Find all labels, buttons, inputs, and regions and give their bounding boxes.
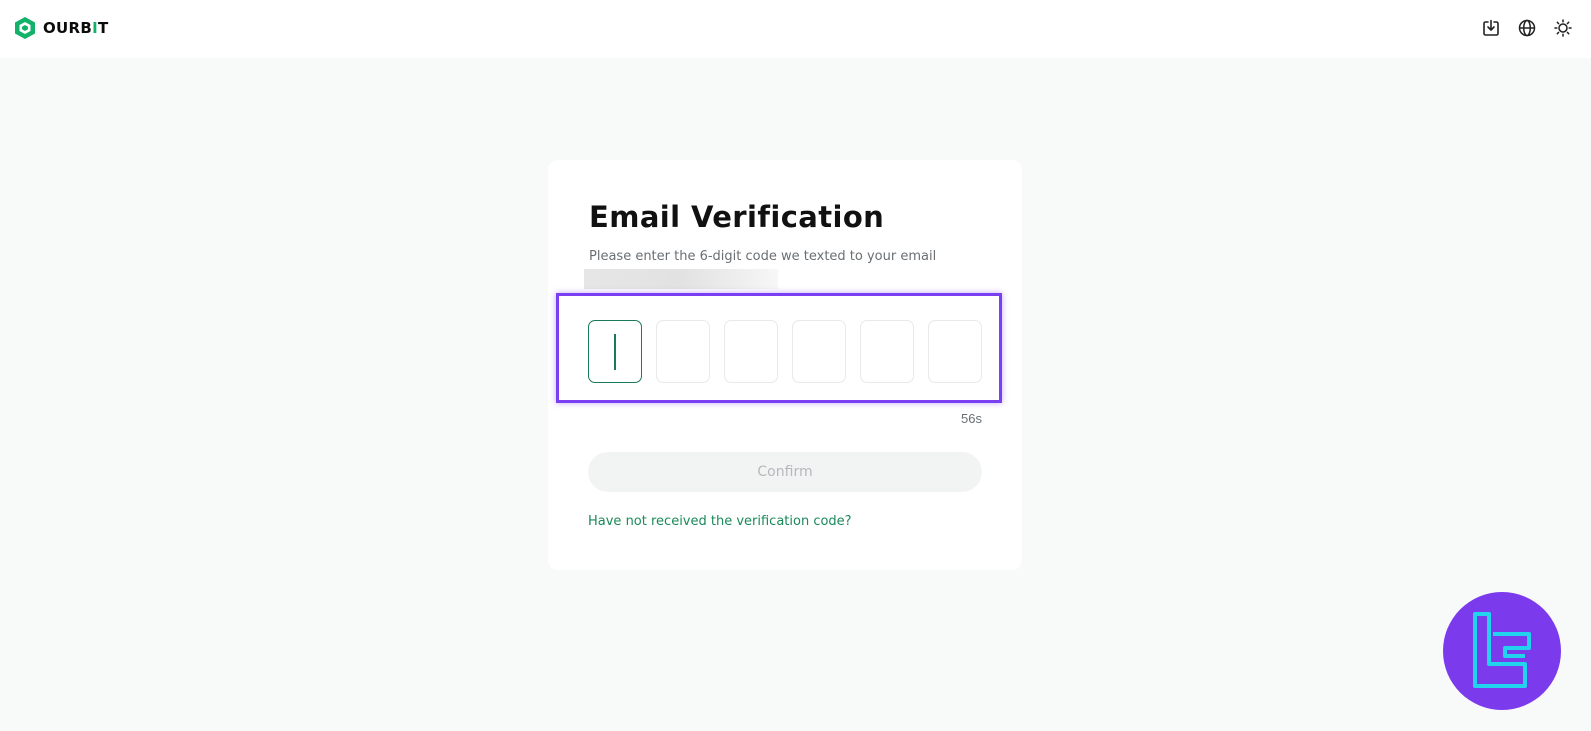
- top-bar: OURBIT: [0, 0, 1591, 58]
- code-digit-4[interactable]: [792, 320, 846, 383]
- confirm-button[interactable]: Confirm: [588, 452, 982, 492]
- sun-icon[interactable]: [1553, 18, 1573, 38]
- brand-name: OURBIT: [43, 19, 109, 37]
- code-digit-2[interactable]: [656, 320, 710, 383]
- code-digit-5[interactable]: [860, 320, 914, 383]
- code-input-group: [588, 320, 982, 383]
- code-digit-6[interactable]: [928, 320, 982, 383]
- code-digit-1[interactable]: [588, 320, 642, 383]
- ourbit-logo-icon: [15, 17, 35, 39]
- ourbit-logo[interactable]: OURBIT: [14, 16, 109, 40]
- redacted-email: [584, 269, 778, 289]
- page-title: Email Verification: [589, 200, 885, 234]
- watermark-icon: [1473, 612, 1531, 688]
- resend-code-link[interactable]: Have not received the verification code?: [588, 514, 852, 529]
- download-icon[interactable]: [1481, 18, 1501, 38]
- globe-icon[interactable]: [1517, 18, 1537, 38]
- verification-card: Email Verification Please enter the 6-di…: [548, 160, 1022, 570]
- watermark-logo: [1443, 592, 1561, 710]
- instruction-text: Please enter the 6-digit code we texted …: [589, 249, 937, 264]
- resend-countdown: 56s: [961, 411, 982, 426]
- code-digit-3[interactable]: [724, 320, 778, 383]
- text-caret: [614, 333, 616, 370]
